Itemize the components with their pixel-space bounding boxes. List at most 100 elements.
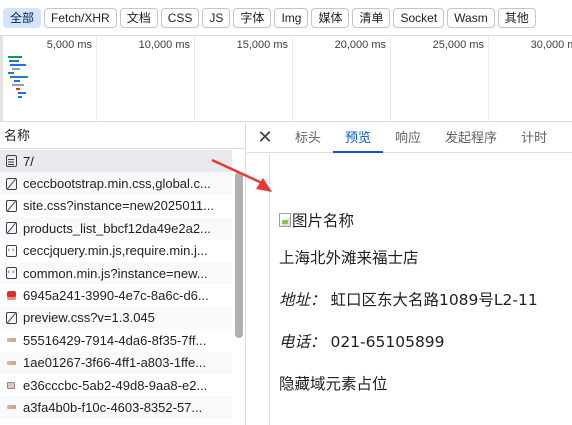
request-row[interactable]: ceccbootstrap.min.css,global.c...	[0, 172, 232, 195]
overview-waterfall-bar	[9, 60, 19, 62]
request-name: a3fa4b0b-f10c-4603-8352-57...	[23, 399, 203, 415]
overview-waterfall-bar	[12, 84, 24, 86]
overview-tick-label: 25,000 ms	[432, 39, 484, 51]
image-icon-glyph	[7, 381, 15, 389]
request-name: site.css?instance=new2025011...	[23, 198, 214, 214]
request-row[interactable]: 1ae01267-3f66-4ff1-a803-1ffe...	[0, 351, 232, 374]
filter-chip[interactable]: 清单	[352, 7, 391, 28]
request-row[interactable]: a3fa4b0b-f10c-4603-8352-57...	[0, 396, 232, 419]
overview-gridline	[488, 36, 489, 121]
stylesheet-icon-glyph	[5, 222, 17, 235]
request-name: ceccjquery.min.js,require.min.j...	[23, 243, 208, 259]
request-row[interactable]: ‹› ceccjquery.min.js,require.min.j...	[0, 239, 232, 262]
overview-waterfall-bar	[10, 64, 26, 66]
filter-chip[interactable]: Img	[274, 7, 309, 28]
image-icon-glyph	[6, 360, 16, 365]
filter-chip[interactable]: Fetch/XHR	[44, 7, 117, 28]
detail-tab[interactable]: 响应	[383, 123, 433, 152]
request-name: common.min.js?instance=new...	[23, 265, 208, 281]
overview-waterfall-bar	[13, 76, 23, 78]
detail-tab[interactable]: 发起程序	[433, 123, 509, 152]
script-icon: ‹›	[5, 267, 17, 280]
phone-label: 电话：	[279, 333, 326, 351]
request-list-pane: 名称 7/ceccbootstrap.min.css,global.c... si…	[0, 123, 246, 425]
phone-value: 021-65105899	[330, 333, 445, 351]
network-overview[interactable]: 5,000 ms 10,000 ms 15,000 ms 20,000 ms 25,00…	[0, 36, 572, 122]
request-list: 7/ceccbootstrap.min.css,global.c... site.…	[0, 150, 232, 419]
overview-gridline	[96, 36, 97, 121]
image-alt-text: 图片名称	[292, 212, 355, 230]
detail-tab[interactable]: 标头	[283, 123, 333, 152]
request-row[interactable]: e36cccbc-5ab2-49d8-9aa8-e2...	[0, 373, 232, 397]
detail-pane: ✕ 标头 预览 响应 发起程序 计时 图片名称 上海北外滩来福士店 地址： 虹口区东大名…	[247, 123, 572, 425]
overview-waterfall-bar	[18, 96, 22, 98]
overview-gridline	[194, 36, 195, 121]
overview-waterfall-bar	[12, 68, 20, 70]
image-icon	[5, 401, 17, 413]
filter-chip[interactable]: 媒体	[311, 7, 350, 28]
request-row[interactable]: products_list_bbcf12da49e2a2...	[0, 217, 232, 240]
broken-image-icon	[279, 213, 291, 227]
detail-tab[interactable]: 计时	[509, 123, 559, 152]
overview-waterfall-bar	[8, 72, 14, 74]
overview-tick-label: 5,000 ms	[46, 39, 92, 51]
scrollbar-thumb[interactable]	[235, 172, 243, 338]
store-name: 上海北外滩来福士店	[279, 249, 419, 267]
image-icon	[5, 334, 17, 346]
filter-chip[interactable]: 其他	[497, 7, 536, 28]
image-icon	[5, 290, 17, 302]
stylesheet-icon	[5, 199, 17, 212]
overview-waterfall-bar	[14, 80, 20, 82]
overview-tick-label: 20,000 ms	[334, 39, 386, 51]
request-row[interactable]: preview.css?v=1.3.045	[0, 306, 232, 330]
image-icon-glyph	[6, 405, 16, 410]
image-icon-glyph	[6, 338, 16, 343]
filter-chip[interactable]: JS	[202, 7, 231, 28]
address-label: 地址：	[279, 291, 326, 309]
phone-row: 电话： 021-65105899	[279, 330, 572, 352]
overview-tick-label: 15,000 ms	[236, 39, 288, 51]
request-row[interactable]: ‹› common.min.js?instance=new...	[0, 261, 232, 285]
overview-waterfall-bar	[18, 92, 26, 94]
script-icon-glyph: ‹›	[5, 267, 17, 280]
detail-tab[interactable]: 预览	[333, 123, 384, 153]
stylesheet-icon	[5, 222, 17, 235]
request-list-scrollbar[interactable]	[234, 150, 243, 425]
script-icon-glyph: ‹›	[5, 244, 17, 257]
request-name: products_list_bbcf12da49e2a2...	[23, 220, 211, 236]
image-icon	[5, 357, 17, 369]
filter-chip[interactable]: Socket	[393, 7, 445, 28]
request-name: 1ae01267-3f66-4ff1-a803-1ffe...	[23, 355, 207, 371]
request-name: preview.css?v=1.3.045	[23, 310, 155, 326]
preview-content: 图片名称 上海北外滩来福士店 地址： 虹口区东大名路1089号L2-11 电话：…	[269, 154, 572, 425]
request-name: 6945a241-3990-4e7c-8a6c-d6...	[23, 288, 209, 304]
overview-gridline	[292, 36, 293, 121]
request-row[interactable]: 6945a241-3990-4e7c-8a6c-d6...	[0, 284, 232, 307]
overview-window-handle[interactable]	[0, 36, 3, 121]
filter-chip[interactable]: Wasm	[447, 7, 495, 28]
stylesheet-icon-glyph	[5, 311, 17, 324]
request-row[interactable]: 7/	[0, 150, 232, 173]
name-column-header[interactable]: 名称	[0, 123, 245, 149]
close-icon[interactable]: ✕	[247, 123, 283, 152]
document-icon-glyph	[5, 155, 17, 168]
stylesheet-icon-glyph	[5, 199, 17, 212]
filter-bar: 全部 Fetch/XHR 文档 CSS JS 字体 Img 媒体 清单 Socket Wasm 其他	[0, 0, 572, 36]
filter-chip[interactable]: 字体	[233, 7, 272, 28]
filter-chip[interactable]: 全部	[3, 7, 42, 28]
stylesheet-icon	[5, 311, 17, 324]
overview-waterfall-bar	[8, 56, 22, 58]
request-name: 55516429-7914-4da6-8f35-7ff...	[23, 332, 207, 348]
hidden-field-placeholder: 隐藏域元素占位	[279, 375, 388, 393]
stylesheet-icon	[5, 177, 17, 190]
address-row: 地址： 虹口区东大名路1089号L2-11	[279, 288, 572, 310]
request-name: e36cccbc-5ab2-49d8-9aa8-e2...	[23, 377, 208, 393]
broken-image: 图片名称	[279, 210, 572, 230]
request-row[interactable]: site.css?instance=new2025011...	[0, 194, 232, 218]
overview-waterfall-bar	[16, 88, 20, 90]
filter-chip[interactable]: CSS	[160, 7, 200, 28]
request-name: 7/	[23, 153, 34, 169]
filter-chip[interactable]: 文档	[119, 7, 158, 28]
script-icon: ‹›	[5, 244, 17, 257]
request-row[interactable]: 55516429-7914-4da6-8f35-7ff...	[0, 329, 232, 352]
